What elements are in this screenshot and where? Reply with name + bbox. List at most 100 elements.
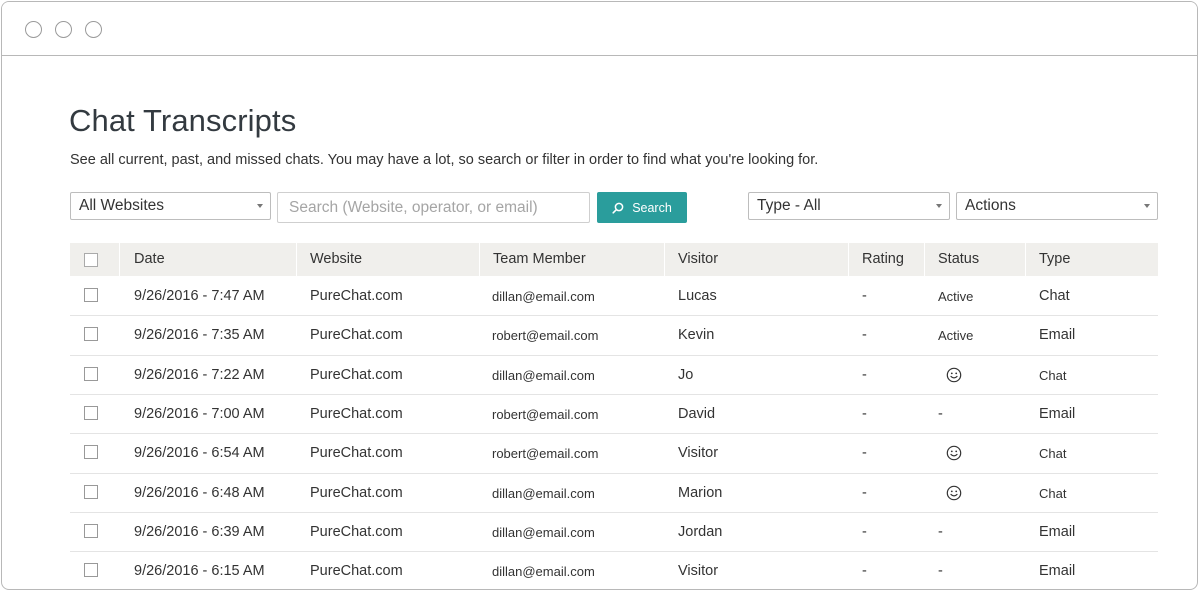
chevron-down-icon [257,204,263,208]
row-visitor: Visitor [678,563,719,580]
row-visitor: Marion [678,484,723,501]
row-website: PureChat.com [310,524,403,541]
website-select[interactable]: All Websites [70,192,271,220]
column-divider [848,243,849,276]
row-visitor: Jo [678,366,694,383]
row-type: Chat [1039,367,1067,383]
row-team-member: robert@email.com [492,407,599,423]
column-divider [296,243,297,276]
window-titlebar [2,2,1197,56]
row-date: 9/26/2016 - 6:39 AM [134,524,265,541]
table-row[interactable]: 9/26/2016 - 7:47 AM PureChat.com dillan@em… [70,277,1158,317]
row-rating: - [862,445,867,462]
row-website: PureChat.com [310,327,403,344]
search-button-label: Search [632,200,672,215]
table-header: Date Website Team Member Visitor Rating … [70,243,1158,276]
row-type: Email [1039,524,1076,541]
page-subtitle: See all current, past, and missed chats.… [70,152,819,168]
table-row[interactable]: 9/26/2016 - 7:00 AM PureChat.com robert@em… [70,395,1158,435]
column-divider [1025,243,1026,276]
window-maximize-icon[interactable] [85,21,102,38]
table-row[interactable]: 9/26/2016 - 7:35 AM PureChat.com robert@em… [70,316,1158,356]
row-rating: - [862,366,867,383]
row-status: - [938,524,943,541]
row-rating: - [862,406,867,423]
column-header-visitor[interactable]: Visitor [678,243,718,276]
row-type: Email [1039,406,1076,423]
row-rating: - [862,484,867,501]
column-divider [664,243,665,276]
table-row[interactable]: 9/26/2016 - 6:54 AM PureChat.com robert@em… [70,434,1158,474]
row-team-member: dillan@email.com [492,485,595,501]
row-checkbox[interactable] [84,327,98,342]
row-status: - [938,406,943,423]
column-divider [119,243,120,276]
row-checkbox[interactable] [84,484,98,499]
row-website: PureChat.com [310,445,403,462]
row-checkbox[interactable] [84,445,98,460]
type-select[interactable]: Type - All [748,192,950,220]
search-button[interactable]: Search [597,192,687,223]
column-header-website[interactable]: Website [310,243,362,276]
select-all-checkbox[interactable] [84,253,98,267]
row-type: Chat [1039,485,1067,501]
row-visitor: Visitor [678,445,719,462]
smiley-icon [946,445,962,466]
row-checkbox[interactable] [84,563,98,578]
row-visitor: Jordan [678,524,723,541]
actions-select[interactable]: Actions [956,192,1158,220]
row-status: - [938,563,943,580]
row-team-member: dillan@email.com [492,564,595,580]
column-divider [924,243,925,276]
row-website: PureChat.com [310,366,403,383]
smiley-icon [946,485,962,506]
row-status: Active [938,289,974,304]
row-type: Email [1039,563,1076,580]
chevron-down-icon [936,204,942,208]
table-row[interactable]: 9/26/2016 - 6:39 AM PureChat.com dillan@em… [70,513,1158,553]
row-website: PureChat.com [310,563,403,580]
table-row[interactable]: 9/26/2016 - 6:15 AM PureChat.com dillan@em… [70,552,1158,591]
row-website: PureChat.com [310,288,403,304]
row-checkbox[interactable] [84,288,98,302]
row-team-member: dillan@email.com [492,289,595,304]
window-close-icon[interactable] [25,21,42,38]
column-header-date[interactable]: Date [134,243,165,276]
search-icon [612,202,624,214]
column-header-team-member[interactable]: Team Member [493,243,586,276]
row-date: 9/26/2016 - 7:47 AM [134,288,265,304]
column-header-type[interactable]: Type [1039,243,1070,276]
row-date: 9/26/2016 - 6:48 AM [134,484,265,501]
row-rating: - [862,288,867,304]
row-website: PureChat.com [310,406,403,423]
page-title: Chat Transcripts [69,103,297,138]
column-divider [479,243,480,276]
table-row[interactable]: 9/26/2016 - 6:48 AM PureChat.com dillan@em… [70,474,1158,514]
row-website: PureChat.com [310,484,403,501]
chevron-down-icon [1144,204,1150,208]
table-row[interactable]: 9/26/2016 - 7:22 AM PureChat.com dillan@em… [70,356,1158,396]
row-date: 9/26/2016 - 7:35 AM [134,327,265,344]
row-checkbox[interactable] [84,406,98,421]
row-date: 9/26/2016 - 7:22 AM [134,366,265,383]
row-team-member: dillan@email.com [492,367,595,383]
row-checkbox[interactable] [84,366,98,381]
row-status: Active [938,328,974,344]
actions-select-value: Actions [965,197,1016,214]
window-minimize-icon[interactable] [55,21,72,38]
column-header-status[interactable]: Status [938,243,979,276]
row-rating: - [862,327,867,344]
row-visitor: Kevin [678,327,715,344]
type-select-value: Type - All [757,197,821,214]
row-team-member: robert@email.com [492,446,599,462]
search-input[interactable] [277,192,590,223]
row-rating: - [862,563,867,580]
row-type: Chat [1039,288,1070,304]
row-checkbox[interactable] [84,524,98,539]
column-header-rating[interactable]: Rating [862,243,904,276]
website-select-value: All Websites [79,197,164,214]
row-visitor: Lucas [678,288,717,304]
row-type: Chat [1039,446,1067,462]
row-visitor: David [678,406,716,423]
row-team-member: robert@email.com [492,328,599,344]
